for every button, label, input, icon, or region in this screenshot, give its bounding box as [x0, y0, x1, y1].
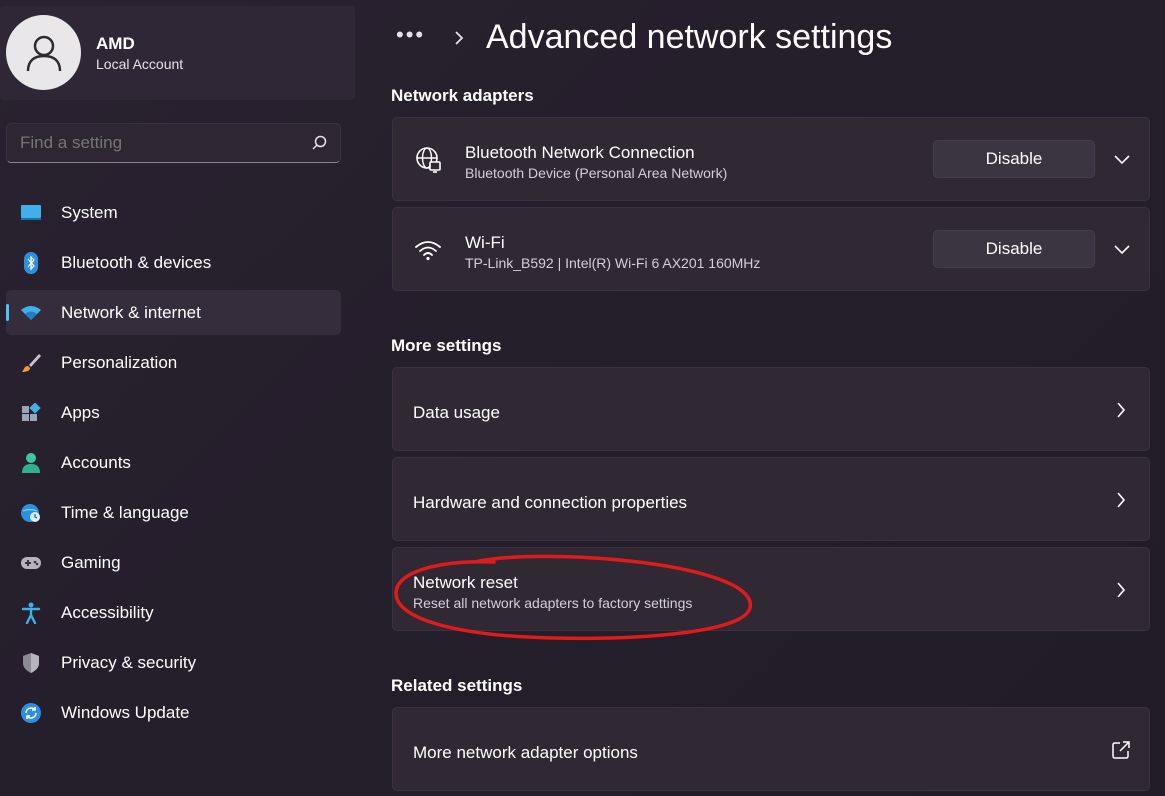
accessibility-icon [20, 602, 42, 624]
search-icon[interactable] [310, 134, 328, 152]
section-title-more-settings: More settings [391, 336, 502, 355]
settings-row-data-usage[interactable]: Data usage [392, 367, 1150, 451]
wifi-icon [20, 302, 42, 324]
settings-row-more-adapter-options[interactable]: More network adapter options [392, 707, 1150, 791]
settings-row-label: Data usage [413, 403, 500, 422]
sidebar-item-label: Gaming [61, 552, 121, 572]
avatar [6, 15, 81, 90]
adapter-name: Bluetooth Network Connection [465, 143, 695, 162]
sidebar-item-label: Personalization [61, 352, 178, 372]
section-title-related-settings: Related settings [391, 676, 523, 695]
sidebar-item-system[interactable]: System [6, 190, 341, 235]
brush-icon [20, 352, 42, 374]
settings-row-label: Hardware and connection properties [413, 493, 688, 512]
sidebar-item-bluetooth[interactable]: Bluetooth & devices [6, 240, 341, 285]
profile-account-type: Local Account [96, 56, 184, 72]
breadcrumb-overflow-button[interactable]: ••• [396, 22, 425, 48]
shield-icon [20, 652, 42, 674]
sidebar-item-personalization[interactable]: Personalization [6, 340, 341, 385]
sidebar-item-label: Bluetooth & devices [61, 252, 212, 272]
apps-icon [20, 402, 42, 424]
sidebar-item-label: Privacy & security [61, 652, 197, 672]
sidebar-item-time-language[interactable]: Time & language [6, 490, 341, 535]
adapter-row-bluetooth[interactable]: Bluetooth Network Connection Bluetooth D… [392, 117, 1150, 201]
search-box[interactable] [6, 123, 341, 163]
sidebar-item-accessibility[interactable]: Accessibility [6, 590, 341, 635]
settings-row-description: Reset all network adapters to factory se… [413, 595, 693, 611]
chevron-down-icon[interactable] [1111, 149, 1133, 171]
settings-row-label: More network adapter options [413, 743, 638, 762]
adapter-name: Wi-Fi [465, 233, 505, 252]
sidebar-item-gaming[interactable]: Gaming [6, 540, 341, 585]
adapter-row-wifi[interactable]: Wi-Fi TP-Link_B592 | Intel(R) Wi-Fi 6 AX… [392, 207, 1150, 291]
external-link-icon [1111, 740, 1131, 760]
chevron-down-icon[interactable] [1111, 239, 1133, 261]
disable-button[interactable]: Disable [933, 140, 1095, 178]
chevron-right-icon [1111, 400, 1131, 420]
sidebar-item-label: System [61, 202, 118, 222]
section-title-network-adapters: Network adapters [391, 86, 534, 105]
globe-clock-icon [20, 502, 42, 524]
sidebar-item-label: Windows Update [61, 702, 190, 722]
sidebar-item-label: Time & language [61, 502, 189, 522]
profile-name: AMD [96, 34, 135, 53]
chevron-right-icon [1111, 490, 1131, 510]
page-title: Advanced network settings [486, 18, 893, 56]
chevron-right-icon [455, 31, 464, 45]
adapter-description: Bluetooth Device (Personal Area Network) [465, 165, 728, 181]
gamepad-icon [20, 552, 42, 574]
disable-button[interactable]: Disable [933, 230, 1095, 268]
person-icon [26, 35, 61, 71]
system-icon [20, 202, 42, 224]
wifi-icon [413, 235, 443, 265]
sidebar-item-accounts[interactable]: Accounts [6, 440, 341, 485]
chevron-right-icon [1111, 580, 1131, 600]
search-input[interactable] [20, 124, 290, 162]
bluetooth-icon [20, 251, 42, 274]
sidebar-item-label: Apps [61, 402, 100, 422]
sidebar-item-apps[interactable]: Apps [6, 390, 341, 435]
sidebar-item-privacy-security[interactable]: Privacy & security [6, 640, 341, 685]
sidebar-item-windows-update[interactable]: Windows Update [6, 690, 341, 735]
sidebar-item-label: Accessibility [61, 602, 154, 622]
adapter-description: TP-Link_B592 | Intel(R) Wi-Fi 6 AX201 16… [465, 255, 761, 271]
settings-row-hardware-properties[interactable]: Hardware and connection properties [392, 457, 1150, 541]
update-icon [20, 702, 42, 724]
sidebar-item-label: Accounts [61, 452, 131, 472]
sidebar-item-label: Network & internet [61, 302, 201, 322]
user-profile[interactable]: AMD Local Account [0, 6, 355, 100]
settings-row-label: Network reset [413, 573, 518, 592]
sidebar-nav: System Bluetooth & devices Network & int… [6, 190, 341, 740]
sidebar-item-network[interactable]: Network & internet [6, 290, 341, 335]
settings-row-network-reset[interactable]: Network reset Reset all network adapters… [392, 547, 1150, 631]
globe-network-icon [413, 145, 443, 175]
person-icon [20, 452, 42, 474]
